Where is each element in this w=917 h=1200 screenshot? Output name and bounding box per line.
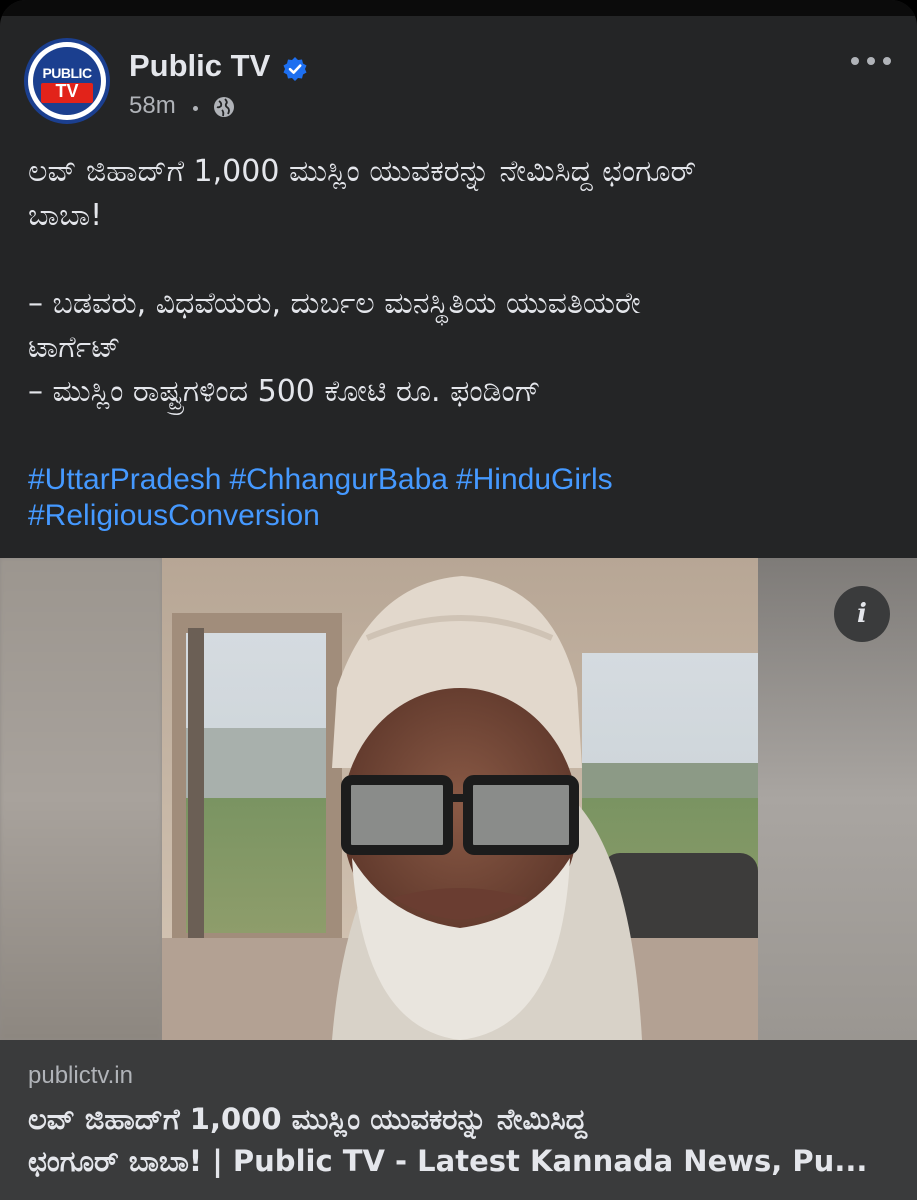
- hashtag-link[interactable]: #ReligiousConversion: [28, 499, 320, 532]
- info-button[interactable]: i: [834, 586, 890, 642]
- image-blur-right: [758, 558, 917, 1040]
- link-preview-footer[interactable]: publictv.in ಲವ್ ಜಿಹಾದ್‌ಗೆ 1,000 ಮುಸ್ಲಿಂ …: [0, 1040, 917, 1200]
- verified-badge-icon: [283, 57, 307, 81]
- more-options-icon[interactable]: [848, 54, 894, 68]
- hashtag-list: #UttarPradesh #ChhangurBaba #HinduGirls #R…: [28, 462, 888, 534]
- hashtag-link[interactable]: #HinduGirls: [456, 463, 613, 496]
- top-frame: [0, 0, 917, 16]
- avatar[interactable]: PUBLIC TV: [24, 38, 110, 124]
- post-message: ಲವ್ ಜಿಹಾದ್‌ಗೆ 1,000 ಮುಸ್ಲಿಂ ಯುವಕರನ್ನು ನೇ…: [28, 150, 888, 414]
- news-photo: [162, 558, 758, 1040]
- link-domain: publictv.in: [28, 1062, 133, 1089]
- post-header: PUBLIC TV Public TV 58m: [0, 16, 917, 136]
- hashtag-link[interactable]: #ChhangurBaba: [229, 463, 448, 496]
- page-name-link[interactable]: Public TV: [129, 48, 270, 84]
- logo-top-text: PUBLIC: [42, 65, 92, 81]
- post-text-line: ಟಾರ್ಗೆಟ್: [28, 330, 121, 365]
- post-card: PUBLIC TV Public TV 58m ಲವ್ ಜಿಹಾದ್‌ಗೆ 1,…: [0, 0, 917, 1200]
- post-text-line: ಬಾಬಾ!: [28, 198, 103, 233]
- post-timestamp[interactable]: 58m: [129, 92, 176, 120]
- public-tv-logo: PUBLIC TV: [33, 47, 101, 115]
- image-blur-left: [0, 558, 162, 1040]
- link-preview-image[interactable]: [0, 558, 917, 1040]
- hashtag-link[interactable]: #UttarPradesh: [28, 463, 221, 496]
- link-title-line: ಛಂಗೂರ್ ಬಾಬಾ! | Public TV - Latest Kannad…: [28, 1144, 868, 1178]
- post-text-line: – ಬಡವರು, ವಿಧವೆಯರು, ದುರ್ಬಲ ಮನಸ್ಥಿತಿಯ ಯುವತ…: [28, 286, 641, 321]
- link-title: ಲವ್ ಜಿಹಾದ್‌ಗೆ 1,000 ಮುಸ್ಲಿಂ ಯುವಕರನ್ನು ನೇ…: [28, 1098, 888, 1182]
- meta-separator: [193, 106, 198, 111]
- globe-icon: [214, 97, 234, 117]
- post-text-line: ಲವ್ ಜಿಹಾದ್‌ಗೆ 1,000 ಮುಸ್ಲಿಂ ಯುವಕರನ್ನು ನೇ…: [28, 154, 697, 189]
- link-title-line: ಲವ್ ಜಿಹಾದ್‌ಗೆ 1,000 ಮುಸ್ಲಿಂ ಯುವಕರನ್ನು ನೇ…: [28, 1102, 587, 1136]
- logo-bottom-text: TV: [55, 81, 79, 101]
- post-text-line: – ಮುಸ್ಲಿಂ ರಾಷ್ಟ್ರಗಳಿಂದ 500 ಕೋಟಿ ರೂ. ಫಂಡಿ…: [28, 374, 541, 409]
